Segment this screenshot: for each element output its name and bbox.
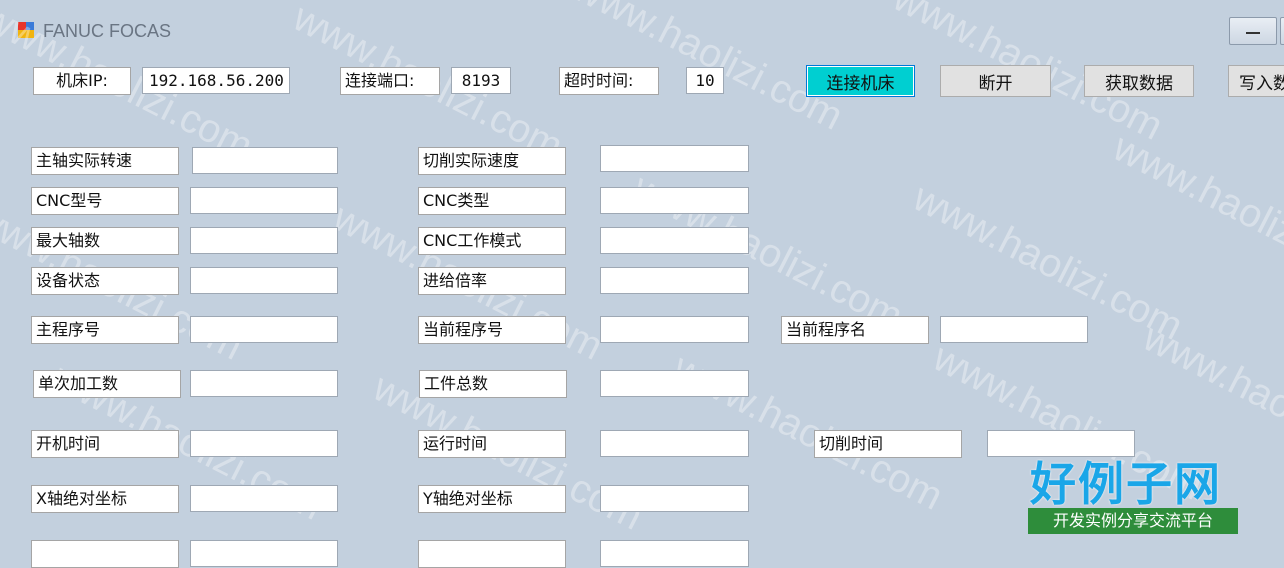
current-program-name-input[interactable] xyxy=(940,316,1088,343)
cnc-model-input[interactable] xyxy=(190,187,338,214)
max-axes-input[interactable] xyxy=(190,227,338,254)
partial-row-label xyxy=(31,540,179,568)
ip-label: 机床IP: xyxy=(33,67,131,95)
current-program-no-label: 当前程序号 xyxy=(418,316,566,344)
run-time-label: 运行时间 xyxy=(418,430,566,458)
feed-rate-input[interactable] xyxy=(600,267,749,294)
total-parts-input[interactable] xyxy=(600,370,749,397)
cnc-mode-label: CNC工作模式 xyxy=(418,227,566,255)
max-axes-label: 最大轴数 xyxy=(31,227,179,255)
current-program-no-input[interactable] xyxy=(600,316,749,343)
cut-time-label: 切削时间 xyxy=(814,430,962,458)
site-logo-subtitle: 开发实例分享交流平台 xyxy=(1028,508,1238,534)
cut-speed-label: 切削实际速度 xyxy=(418,147,566,175)
run-time-input[interactable] xyxy=(600,430,749,457)
device-status-input[interactable] xyxy=(190,267,338,294)
spindle-speed-input[interactable] xyxy=(192,147,338,174)
timeout-label: 超时时间: xyxy=(559,67,659,95)
connect-button[interactable]: 连接机床 xyxy=(806,65,915,97)
single-count-input[interactable] xyxy=(190,370,338,397)
y-abs-coord-input[interactable] xyxy=(600,485,749,512)
current-program-name-label: 当前程序名 xyxy=(781,316,929,344)
y-abs-coord-label: Y轴绝对坐标 xyxy=(418,485,566,513)
partial-row-input[interactable] xyxy=(190,540,338,567)
device-status-label: 设备状态 xyxy=(31,267,179,295)
write-data-button[interactable]: 写入数 xyxy=(1228,65,1284,97)
feed-rate-label: 进给倍率 xyxy=(418,267,566,295)
partial-row-label xyxy=(418,540,566,568)
cnc-type-label: CNC类型 xyxy=(418,187,566,215)
main-program-no-input[interactable] xyxy=(190,316,338,343)
port-input[interactable] xyxy=(451,67,511,94)
power-on-time-label: 开机时间 xyxy=(31,430,179,458)
minimize-button[interactable] xyxy=(1229,17,1277,45)
ip-input[interactable] xyxy=(142,67,290,94)
app-window-icon xyxy=(18,22,34,38)
minimize-icon xyxy=(1246,32,1260,34)
single-count-label: 单次加工数 xyxy=(33,370,181,398)
partial-row-input[interactable] xyxy=(600,540,749,567)
spindle-speed-label: 主轴实际转速 xyxy=(31,147,179,175)
main-program-no-label: 主程序号 xyxy=(31,316,179,344)
title-bar: FANUC FOCAS xyxy=(0,0,1284,48)
cnc-mode-input[interactable] xyxy=(600,227,749,254)
x-abs-coord-label: X轴绝对坐标 xyxy=(31,485,179,513)
maximize-button[interactable] xyxy=(1280,17,1284,45)
power-on-time-input[interactable] xyxy=(190,430,338,457)
cnc-model-label: CNC型号 xyxy=(31,187,179,215)
cnc-type-input[interactable] xyxy=(600,187,749,214)
total-parts-label: 工件总数 xyxy=(419,370,567,398)
timeout-input[interactable] xyxy=(686,67,724,94)
disconnect-button[interactable]: 断开 xyxy=(940,65,1051,97)
cut-speed-input[interactable] xyxy=(600,145,749,172)
x-abs-coord-input[interactable] xyxy=(190,485,338,512)
site-logo-title: 好例子网 xyxy=(1030,457,1222,511)
port-label: 连接端口: xyxy=(340,67,440,95)
window-title: FANUC FOCAS xyxy=(43,21,172,41)
fetch-data-button[interactable]: 获取数据 xyxy=(1084,65,1194,97)
